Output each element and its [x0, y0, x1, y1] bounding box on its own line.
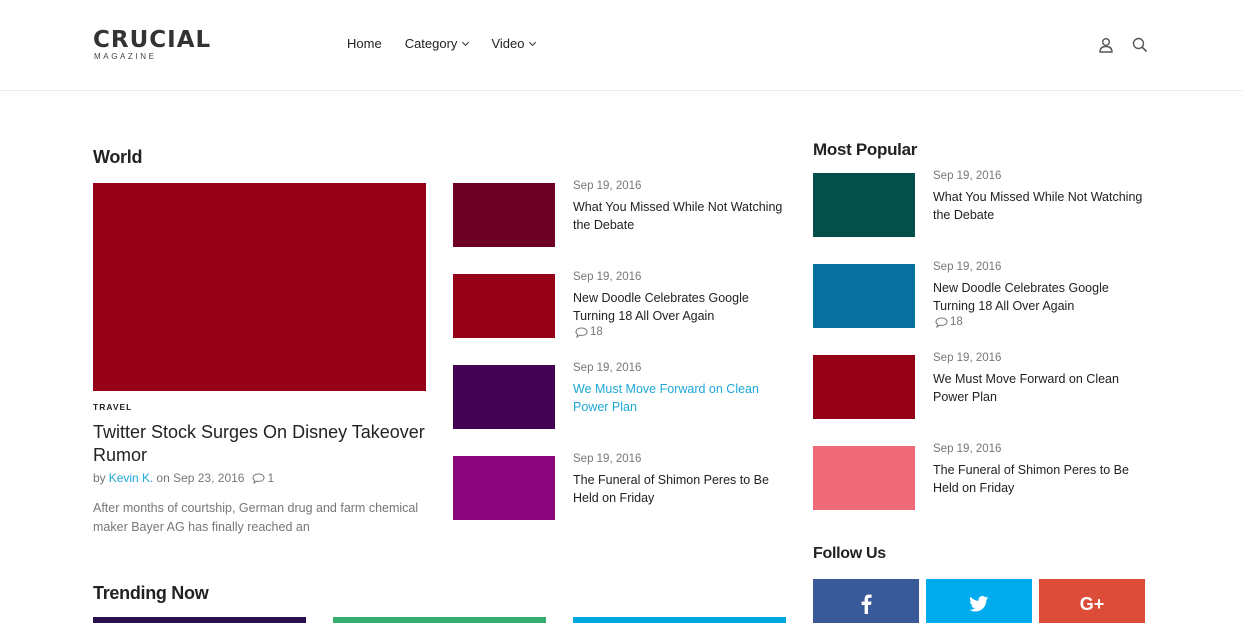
popular-list-item[interactable]: Sep 19, 2016 The Funeral of Shimon Peres…: [813, 443, 1153, 510]
item-title[interactable]: What You Missed While Not Watching the D…: [933, 188, 1148, 224]
main-nav: Home Category Video: [347, 36, 558, 51]
comment-count: 18: [950, 316, 963, 328]
facebook-button[interactable]: [813, 579, 919, 623]
item-title[interactable]: We Must Move Forward on Clean Power Plan: [933, 370, 1148, 406]
item-date: Sep 19, 2016: [573, 180, 642, 192]
world-list-item[interactable]: Sep 19, 2016 We Must Move Forward on Cle…: [453, 362, 793, 429]
facebook-icon: [861, 594, 872, 614]
most-popular-title: Most Popular: [813, 140, 918, 159]
featured-date: on Sep 23, 2016: [156, 471, 245, 485]
comment-icon: [575, 326, 588, 338]
logo-name: CRUCIAL: [93, 27, 212, 53]
trending-card[interactable]: [93, 617, 306, 623]
site-logo[interactable]: CRUCIAL MAGAZINE: [93, 28, 211, 62]
chevron-down-icon: [529, 38, 537, 46]
item-thumbnail[interactable]: [453, 274, 555, 338]
trending-card[interactable]: [573, 617, 786, 623]
item-thumbnail[interactable]: [453, 365, 555, 429]
featured-category[interactable]: TRAVEL: [93, 402, 132, 412]
twitter-icon: [969, 596, 989, 612]
item-title[interactable]: The Funeral of Shimon Peres to Be Held o…: [933, 461, 1148, 497]
item-thumbnail[interactable]: [813, 355, 915, 419]
item-title[interactable]: New Doodle Celebrates Google Turning 18 …: [933, 279, 1148, 315]
item-thumbnail[interactable]: [453, 183, 555, 247]
user-icon[interactable]: [1098, 37, 1114, 53]
item-date: Sep 19, 2016: [933, 443, 1002, 455]
trending-card[interactable]: [333, 617, 546, 623]
item-date: Sep 19, 2016: [933, 261, 1002, 273]
header-icons: [1098, 37, 1148, 53]
site-header: CRUCIAL MAGAZINE Home Category Video: [0, 0, 1242, 91]
popular-list-item[interactable]: Sep 19, 2016 We Must Move Forward on Cle…: [813, 352, 1153, 419]
item-date: Sep 19, 2016: [573, 271, 642, 283]
nav-category-label: Category: [404, 36, 458, 51]
item-thumbnail[interactable]: [813, 173, 915, 237]
nav-home[interactable]: Home: [347, 36, 382, 51]
item-title[interactable]: What You Missed While Not Watching the D…: [573, 198, 788, 234]
featured-author-link[interactable]: Kevin K.: [109, 471, 154, 485]
item-title[interactable]: New Doodle Celebrates Google Turning 18 …: [573, 289, 788, 325]
nav-home-label: Home: [347, 36, 382, 51]
item-thumbnail[interactable]: [453, 456, 555, 520]
follow-us-title: Follow Us: [813, 545, 886, 562]
item-date: Sep 19, 2016: [573, 453, 642, 465]
world-section-title: World: [93, 147, 143, 167]
featured-meta: by Kevin K. on Sep 23, 2016 1: [93, 471, 274, 485]
item-title[interactable]: We Must Move Forward on Clean Power Plan: [573, 380, 788, 416]
item-title[interactable]: The Funeral of Shimon Peres to Be Held o…: [573, 471, 788, 507]
world-list-item[interactable]: Sep 19, 2016 What You Missed While Not W…: [453, 180, 793, 247]
trending-now-title: Trending Now: [93, 583, 209, 603]
nav-video[interactable]: Video: [491, 36, 537, 51]
twitter-button[interactable]: [926, 579, 1032, 623]
featured-excerpt: After months of courtship, German drug a…: [93, 501, 419, 534]
world-list-item[interactable]: Sep 19, 2016 New Doodle Celebrates Googl…: [453, 271, 793, 338]
item-thumbnail[interactable]: [813, 446, 915, 510]
popular-list-item[interactable]: Sep 19, 2016 What You Missed While Not W…: [813, 170, 1153, 237]
chevron-down-icon: [462, 38, 470, 46]
nav-category[interactable]: Category: [404, 36, 470, 51]
item-comments[interactable]: 18: [575, 326, 603, 338]
item-date: Sep 19, 2016: [933, 352, 1002, 364]
logo-tagline: MAGAZINE: [94, 52, 157, 61]
google-plus-button[interactable]: G+: [1039, 579, 1145, 623]
comment-icon: [252, 472, 265, 484]
featured-comment-count[interactable]: 1: [267, 471, 274, 485]
world-list-item[interactable]: Sep 19, 2016 The Funeral of Shimon Peres…: [453, 453, 793, 520]
comment-icon: [935, 316, 948, 328]
popular-list-item[interactable]: Sep 19, 2016 New Doodle Celebrates Googl…: [813, 261, 1153, 328]
item-date: Sep 19, 2016: [573, 362, 642, 374]
item-date: Sep 19, 2016: [933, 170, 1002, 182]
google-plus-icon: G+: [1079, 593, 1105, 614]
featured-by: by: [93, 471, 106, 485]
item-thumbnail[interactable]: [813, 264, 915, 328]
featured-title[interactable]: Twitter Stock Surges On Disney Takeover …: [93, 421, 433, 467]
featured-image[interactable]: [93, 183, 426, 391]
search-icon[interactable]: [1132, 37, 1148, 53]
comment-count: 18: [590, 326, 603, 338]
item-comments[interactable]: 18: [935, 316, 963, 328]
nav-video-label: Video: [491, 36, 525, 51]
